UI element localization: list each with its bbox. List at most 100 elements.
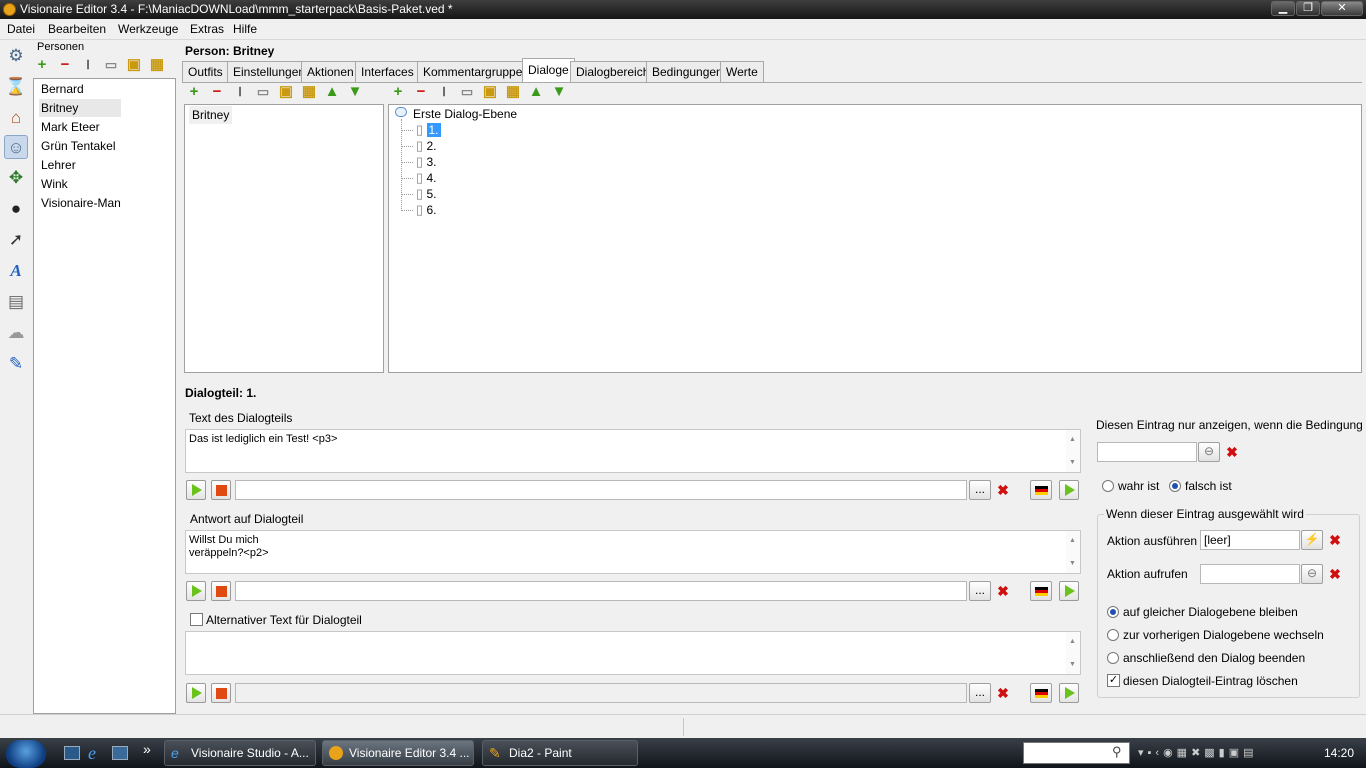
clipboard-icon[interactable]: ▦: [504, 83, 522, 101]
radio-false[interactable]: [1169, 480, 1181, 492]
remove-icon[interactable]: −: [208, 83, 226, 101]
dialog-item[interactable]: Britney: [189, 106, 233, 124]
minimize-button[interactable]: ▁: [1271, 1, 1295, 16]
radio-previous-level[interactable]: [1107, 629, 1119, 641]
tree-node[interactable]: ▯ 6.: [416, 202, 437, 218]
font-icon[interactable]: A: [4, 259, 28, 283]
paste-icon[interactable]: ▣: [277, 83, 295, 101]
tab-kommentargruppen[interactable]: Kommentargruppen: [417, 61, 536, 82]
move-down-icon[interactable]: ▼: [346, 83, 364, 101]
browse-button[interactable]: ...: [969, 683, 991, 703]
clear-icon[interactable]: ✖: [993, 480, 1013, 500]
alternative-text-field[interactable]: ▲ ▼: [185, 631, 1081, 675]
tab-dialogbereich[interactable]: Dialogbereich: [570, 61, 656, 82]
menu-hilfe[interactable]: Hilfe: [233, 22, 257, 36]
alternative-text-checkbox[interactable]: [190, 613, 203, 626]
tab-bedingungen[interactable]: Bedingungen: [646, 61, 729, 82]
clipboard-icon[interactable]: ▦: [148, 56, 166, 74]
clear-icon[interactable]: ✖: [1222, 442, 1242, 462]
play-button[interactable]: [186, 581, 206, 601]
internet-explorer-icon[interactable]: e: [88, 743, 96, 764]
radio-stay-level[interactable]: [1107, 606, 1119, 618]
remove-icon[interactable]: −: [412, 83, 430, 101]
tab-interfaces[interactable]: Interfaces: [355, 61, 420, 82]
copy-icon[interactable]: ▭: [102, 56, 120, 74]
rename-icon[interactable]: Ⅰ: [79, 56, 97, 74]
menu-werkzeuge[interactable]: Werkzeuge: [118, 22, 178, 36]
stop-button[interactable]: [211, 683, 231, 703]
quicklaunch-more-icon[interactable]: »: [143, 741, 151, 757]
gear-icon[interactable]: ⚙: [4, 44, 28, 68]
script-icon[interactable]: ✎: [4, 352, 28, 376]
search-icon[interactable]: ⚲: [1112, 744, 1122, 760]
copy-icon[interactable]: ▭: [254, 83, 272, 101]
lightning-icon[interactable]: ⚡: [1301, 530, 1323, 550]
paste-icon[interactable]: ▣: [125, 56, 143, 74]
tab-einstellungen[interactable]: Einstellungen: [227, 61, 312, 82]
clear-icon[interactable]: ✖: [1325, 530, 1345, 550]
person-item[interactable]: Grün Tentakel: [39, 137, 116, 155]
copy-icon[interactable]: ▭: [458, 83, 476, 101]
move-up-icon[interactable]: ▲: [527, 83, 545, 101]
sound-file-field[interactable]: [235, 581, 967, 601]
maximize-button[interactable]: ❐: [1296, 1, 1320, 16]
person-item[interactable]: Mark Eteer: [39, 118, 100, 136]
tab-dialoge[interactable]: Dialoge: [522, 58, 575, 82]
tree-root[interactable]: Erste Dialog-Ebene: [413, 106, 517, 122]
sound-file-field[interactable]: [235, 683, 967, 703]
play-button[interactable]: [186, 683, 206, 703]
person-item[interactable]: Britney: [39, 99, 121, 117]
tree-node[interactable]: ▯ 2.: [416, 138, 437, 154]
clear-icon[interactable]: ✖: [993, 581, 1013, 601]
link-icon[interactable]: ⊖: [1198, 442, 1220, 462]
language-flag-button[interactable]: [1030, 581, 1052, 601]
start-button[interactable]: [6, 740, 46, 768]
cursor-icon[interactable]: ➚: [4, 228, 28, 252]
menu-extras[interactable]: Extras: [190, 22, 224, 36]
taskbar-item-active[interactable]: Visionaire Editor 3.4 ...: [322, 740, 474, 766]
stop-button[interactable]: [211, 480, 231, 500]
radio-end-dialog[interactable]: [1107, 652, 1119, 664]
play-button[interactable]: [186, 480, 206, 500]
person-icon[interactable]: ☺: [4, 135, 28, 159]
close-button[interactable]: ✕: [1321, 1, 1363, 16]
tray-icons[interactable]: ▾▪‹◉▦✖▩▮▣▤: [1138, 746, 1258, 759]
scrollbar[interactable]: ▲ ▼: [1066, 430, 1080, 472]
tab-aktionen[interactable]: Aktionen: [301, 61, 360, 82]
tree-node[interactable]: ▯ 3.: [416, 154, 437, 170]
text-document-icon[interactable]: ▤: [4, 290, 28, 314]
taskbar-item[interactable]: e Visionaire Studio - A...: [164, 740, 316, 766]
run-action-field[interactable]: [leer]: [1200, 530, 1300, 550]
clear-icon[interactable]: ✖: [993, 683, 1013, 703]
tab-outfits[interactable]: Outfits: [182, 61, 229, 82]
person-item[interactable]: Lehrer: [39, 156, 76, 174]
clock[interactable]: 14:20: [1324, 746, 1354, 760]
tab-werte[interactable]: Werte: [720, 61, 764, 82]
condition-field[interactable]: [1097, 442, 1197, 462]
sound-file-field[interactable]: [235, 480, 967, 500]
answer-text-field[interactable]: Willst Du mich veräppeln?<p2> ▲ ▼: [185, 530, 1081, 574]
delete-entry-checkbox[interactable]: ✓: [1107, 674, 1120, 687]
move-up-icon[interactable]: ▲: [323, 83, 341, 101]
play-all-button[interactable]: [1059, 683, 1079, 703]
show-desktop-icon[interactable]: [64, 746, 80, 760]
paste-icon[interactable]: ▣: [481, 83, 499, 101]
play-all-button[interactable]: [1059, 480, 1079, 500]
language-flag-button[interactable]: [1030, 480, 1052, 500]
menu-bearbeiten[interactable]: Bearbeiten: [48, 22, 106, 36]
clipboard-icon[interactable]: ▦: [300, 83, 318, 101]
stop-button[interactable]: [211, 581, 231, 601]
weather-cloud-icon[interactable]: ☁: [4, 321, 28, 345]
person-item[interactable]: Wink: [39, 175, 68, 193]
tree-node[interactable]: ▯ 5.: [416, 186, 437, 202]
rename-icon[interactable]: Ⅰ: [435, 83, 453, 101]
switch-windows-icon[interactable]: [112, 746, 128, 760]
rename-icon[interactable]: Ⅰ: [231, 83, 249, 101]
browse-button[interactable]: ...: [969, 581, 991, 601]
call-action-field[interactable]: [1200, 564, 1300, 584]
remove-icon[interactable]: −: [56, 56, 74, 74]
language-flag-button[interactable]: [1030, 683, 1052, 703]
hourglass-icon[interactable]: ⌛: [4, 75, 28, 99]
ball-icon[interactable]: ●: [4, 197, 28, 221]
clear-icon[interactable]: ✖: [1325, 564, 1345, 584]
